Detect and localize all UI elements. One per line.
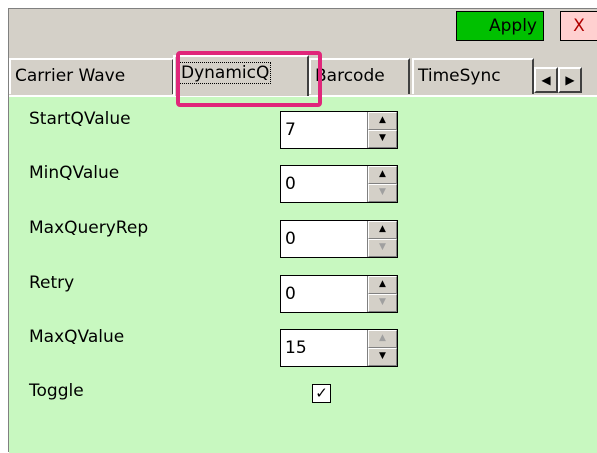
minqvalue-spinner[interactable]: 0 ▲ ▼ <box>280 165 398 203</box>
startqvalue-spinner[interactable]: 7 ▲ ▼ <box>280 111 398 149</box>
tab-highlight-box <box>176 51 322 107</box>
spin-up-button[interactable]: ▲ <box>368 276 397 294</box>
startqvalue-value[interactable]: 7 <box>285 120 296 140</box>
spin-up-button[interactable]: ▲ <box>368 330 397 348</box>
spin-down-button[interactable]: ▼ <box>368 294 397 312</box>
minqvalue-value[interactable]: 0 <box>285 174 296 194</box>
spin-down-button[interactable]: ▼ <box>368 130 397 148</box>
spin-buttons: ▲ ▼ <box>367 276 397 312</box>
spin-down-button[interactable]: ▼ <box>368 184 397 202</box>
maxqvalue-value[interactable]: 15 <box>285 338 307 358</box>
startqvalue-label: StartQValue <box>29 109 131 129</box>
maxqueryrep-spinner[interactable]: 0 ▲ ▼ <box>280 220 398 258</box>
spin-down-button[interactable]: ▼ <box>368 348 397 366</box>
maxqvalue-label: MaxQValue <box>29 327 125 347</box>
retry-label: Retry <box>29 273 75 293</box>
close-button[interactable]: X <box>560 11 597 41</box>
spin-buttons: ▲ ▼ <box>367 112 397 148</box>
minqvalue-label: MinQValue <box>29 163 120 183</box>
spin-up-button[interactable]: ▲ <box>368 221 397 239</box>
tab-label: TimeSync <box>418 66 501 86</box>
toggle-checkbox[interactable]: ✓ <box>312 384 331 403</box>
spin-buttons: ▲ ▼ <box>367 166 397 202</box>
maxqvalue-spinner[interactable]: 15 ▲ ▼ <box>280 329 398 367</box>
tab-barcode[interactable]: Barcode <box>309 58 410 94</box>
tab-label: Carrier Wave <box>15 66 126 86</box>
spin-down-button[interactable]: ▼ <box>368 239 397 257</box>
retry-spinner[interactable]: 0 ▲ ▼ <box>280 275 398 313</box>
tab-scroll-right-button[interactable]: ▶ <box>558 67 582 93</box>
maxqueryrep-value[interactable]: 0 <box>285 229 296 249</box>
app-window: Apply X Carrier Wave DynamicQ Barcode Ti… <box>8 8 597 453</box>
toggle-label: Toggle <box>29 381 84 401</box>
apply-button[interactable]: Apply <box>456 11 544 41</box>
dynamicq-panel: StartQValue 7 ▲ ▼ MinQValue 0 ▲ ▼ MaxQue… <box>9 95 597 453</box>
maxqueryrep-label: MaxQueryRep <box>29 218 149 238</box>
tab-timesync[interactable]: TimeSync <box>412 58 534 94</box>
spin-up-button[interactable]: ▲ <box>368 112 397 130</box>
spin-up-button[interactable]: ▲ <box>368 166 397 184</box>
retry-value[interactable]: 0 <box>285 284 296 304</box>
tab-label: Barcode <box>315 66 385 86</box>
spin-buttons: ▲ ▼ <box>367 330 397 366</box>
tab-scroll-left-button[interactable]: ◀ <box>534 67 558 93</box>
tab-carrier-wave[interactable]: Carrier Wave <box>9 58 174 94</box>
spin-buttons: ▲ ▼ <box>367 221 397 257</box>
